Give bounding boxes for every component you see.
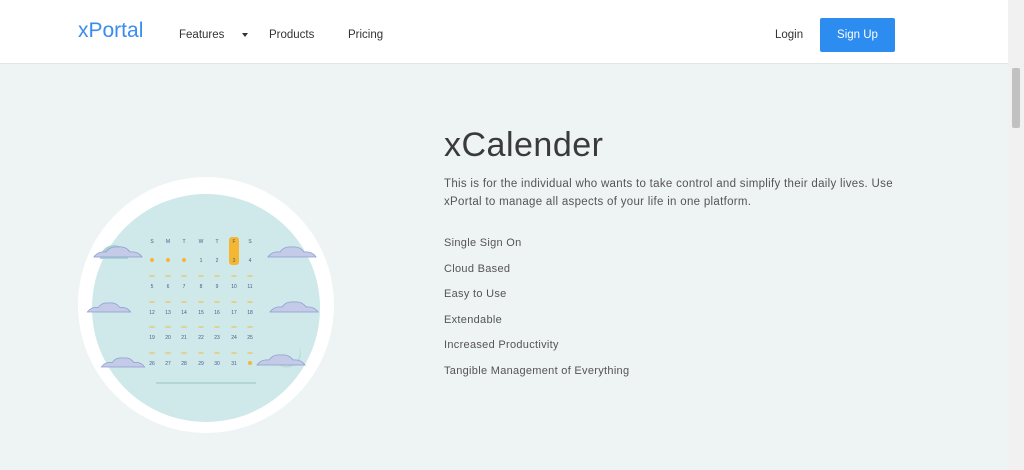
feature-list: Single Sign On Cloud Based Easy to Use E… — [444, 237, 629, 391]
feature-item: Tangible Management of Everything — [444, 364, 630, 377]
nav-features-link[interactable]: Features — [179, 29, 224, 41]
calendar-day-number: 17 — [231, 310, 237, 316]
calendar-day-number: 27 — [165, 361, 171, 367]
calendar-day-number: 1 — [200, 258, 203, 264]
login-link[interactable]: Login — [775, 29, 803, 41]
empty-day-dot — [248, 361, 252, 365]
feature-item: Cloud Based — [444, 262, 511, 275]
nav-products-link[interactable]: Products — [269, 29, 314, 41]
scrollbar-thumb[interactable] — [1012, 68, 1020, 128]
weekday-label: T — [215, 239, 218, 245]
calendar-day-number: 28 — [181, 361, 187, 367]
product-description: This is for the individual who wants to … — [444, 178, 893, 208]
calendar-day-number: 21 — [181, 335, 187, 341]
feature-item: Extendable — [444, 313, 503, 326]
calendar-day-number: 5 — [151, 284, 154, 290]
calendar-day-number: 9 — [216, 284, 219, 290]
feature-item: Increased Productivity — [444, 339, 559, 352]
signup-button[interactable]: Sign Up — [820, 18, 895, 52]
calendar-day-number: 6 — [167, 284, 170, 290]
chevron-down-icon[interactable] — [242, 33, 248, 37]
feature-item: Single Sign On — [444, 237, 522, 249]
calendar-day-number: 13 — [165, 310, 171, 316]
calendar-day-number: 22 — [198, 335, 204, 341]
nav-pricing-link[interactable]: Pricing — [348, 29, 383, 41]
calendar-day-number: 2 — [216, 258, 219, 264]
calendar-day-number: 23 — [214, 335, 220, 341]
weekday-label: T — [182, 239, 185, 245]
calendar-day-number: 11 — [247, 284, 252, 290]
empty-day-dot — [166, 258, 170, 262]
page-scrollbar[interactable] — [1008, 0, 1024, 470]
calendar-day-number: 14 — [181, 310, 187, 316]
calendar-day-number: 4 — [249, 258, 252, 264]
weekday-label: M — [166, 239, 170, 245]
brand-logo[interactable]: xPortal — [78, 19, 143, 43]
calendar-day-number: 16 — [214, 310, 220, 316]
calendar-day-number: 25 — [247, 335, 253, 341]
product-title: xCalender — [444, 126, 604, 164]
calendar-day-number: 10 — [231, 284, 237, 290]
calendar-day-number: 29 — [198, 361, 204, 367]
calendar-day-number: 20 — [165, 335, 171, 341]
calendar-day-number: 18 — [247, 310, 253, 316]
calendar-day-number: 15 — [198, 310, 204, 316]
calendar-day-number: 12 — [149, 310, 155, 316]
weekday-label: W — [199, 239, 204, 245]
calendar-day-number: 19 — [149, 335, 155, 341]
feature-item: Easy to Use — [444, 288, 507, 301]
calendar-day-number: 7 — [183, 284, 186, 290]
calendar-day-number: 31 — [231, 361, 237, 367]
top-navbar: xPortal Features Products Pricing Login … — [0, 0, 1008, 64]
calendar-illustration-svg: SMTWTFS 1 2 3 45 6 7 8 9 10 1112 13 14 15 16 17 1819 20 2… — [78, 177, 334, 433]
weekday-label: F — [232, 239, 235, 245]
empty-day-dot — [182, 258, 186, 262]
calendar-illustration: SMTWTFS 1 2 3 4 5 6 7 8 9 10 11 12 13 14 15 16 17 18 19 20 2… — [78, 177, 334, 433]
calendar-day-number: 3 — [233, 258, 236, 264]
calendar-day-number: 8 — [200, 284, 203, 290]
empty-day-dot — [150, 258, 154, 262]
calendar-day-number: 24 — [231, 335, 237, 341]
calendar-day-number: 30 — [214, 361, 220, 367]
calendar-day-number: 26 — [149, 361, 155, 367]
